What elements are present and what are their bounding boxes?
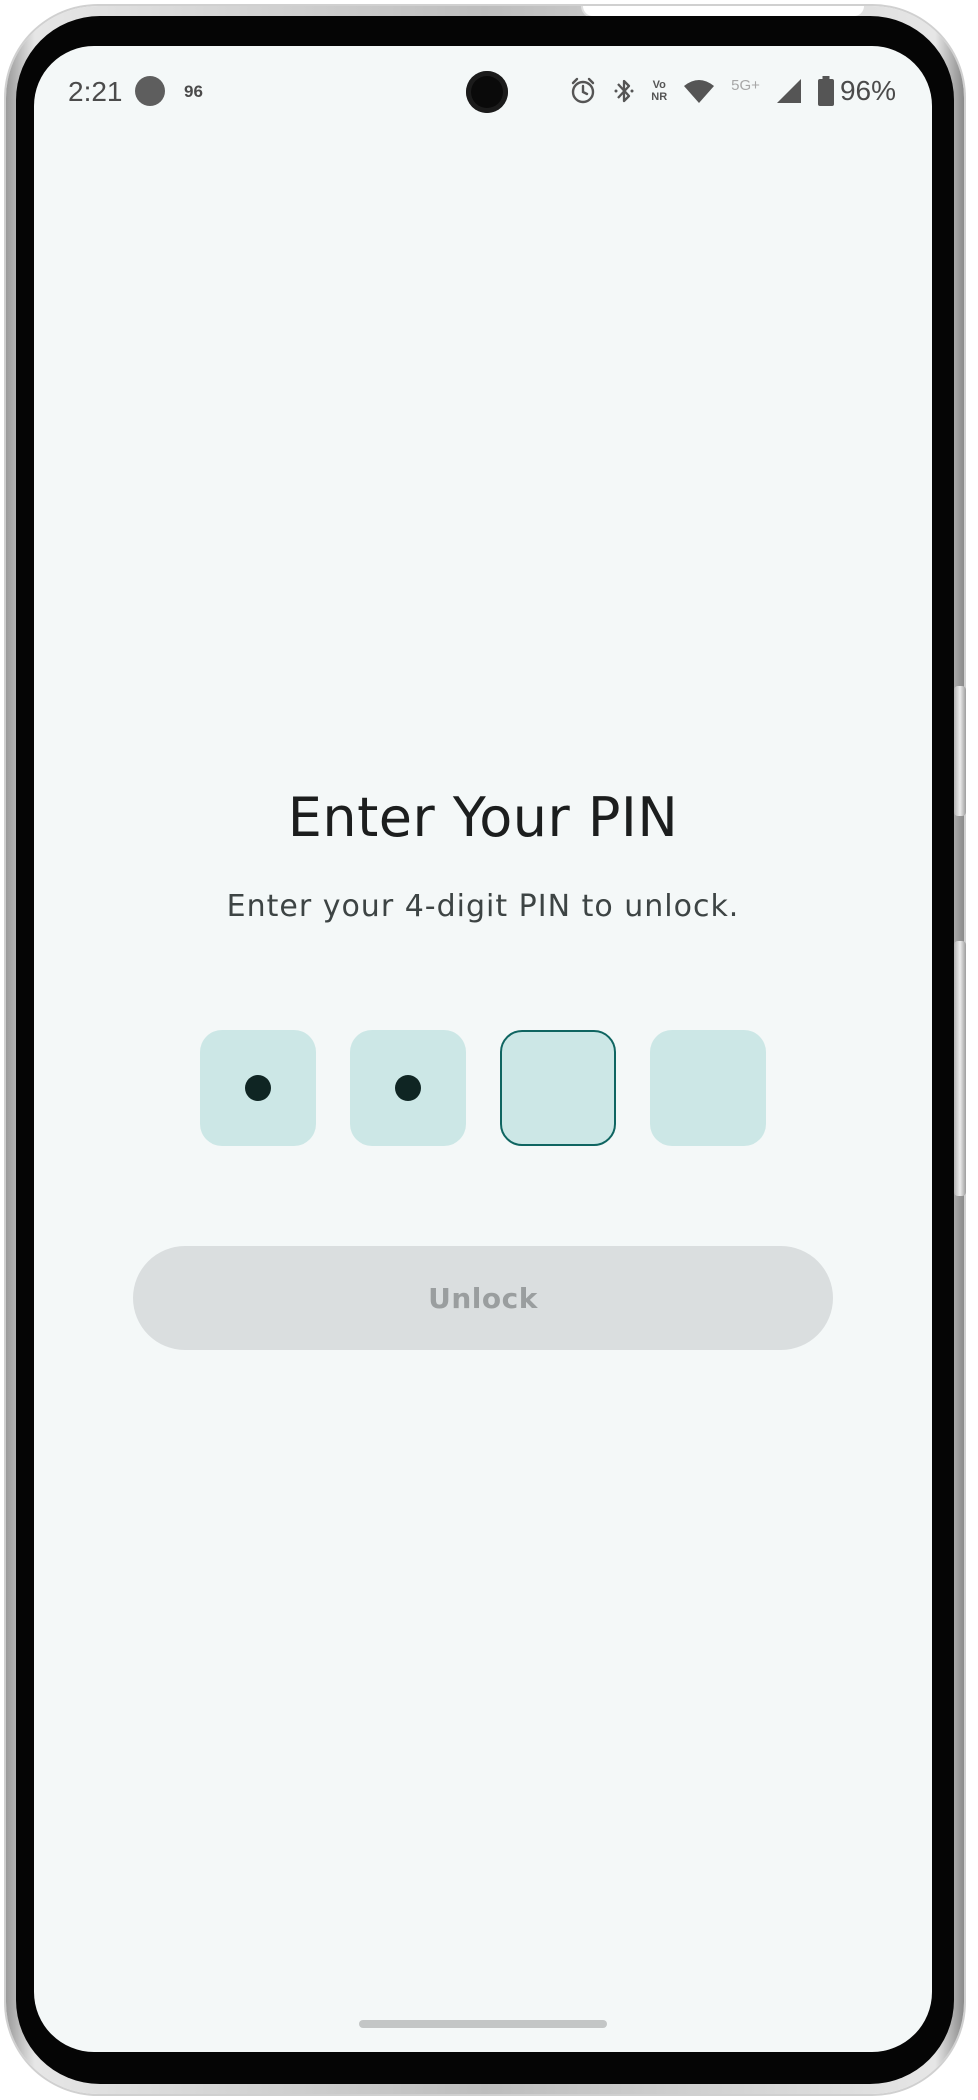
bluetooth-icon: [613, 76, 635, 106]
pin-filled-dot: [245, 1075, 271, 1101]
wifi-icon: [683, 77, 715, 105]
notification-count: 96: [184, 82, 203, 101]
volte-top-label: Vo: [652, 79, 666, 91]
alarm-icon: [569, 77, 597, 105]
screen: 2:21 96 Vo NR 5G+ 96% Enter Your PIN Ent…: [34, 46, 932, 2052]
network-type-label: 5G+: [731, 76, 760, 94]
unlock-button[interactable]: Unlock: [133, 1246, 833, 1350]
battery-icon: [817, 76, 834, 106]
front-camera: [466, 71, 508, 113]
pin-filled-dot: [395, 1075, 421, 1101]
status-bar: 2:21 96 Vo NR 5G+ 96%: [34, 46, 932, 138]
notification-dot-icon: [135, 76, 165, 106]
battery-percent: 96%: [839, 75, 896, 106]
pin-digit-box-2[interactable]: [350, 1030, 466, 1146]
page-title: Enter Your PIN: [287, 786, 679, 849]
status-time: 2:21: [68, 76, 123, 107]
pin-digit-box-1[interactable]: [200, 1030, 316, 1146]
power-button: [954, 686, 966, 816]
status-icons: Vo NR 5G+ 96%: [569, 74, 896, 108]
home-indicator[interactable]: [359, 2020, 607, 2028]
volume-button: [954, 941, 966, 1196]
pin-digit-box-3[interactable]: [500, 1030, 616, 1146]
volte-bottom-label: NR: [651, 91, 668, 103]
pin-digit-box-4[interactable]: [650, 1030, 766, 1146]
volte-icon: Vo NR: [651, 79, 667, 103]
page-subtitle: Enter your 4-digit PIN to unlock.: [226, 889, 740, 924]
pin-input-row[interactable]: [200, 1030, 766, 1146]
signal-icon: [776, 78, 802, 104]
